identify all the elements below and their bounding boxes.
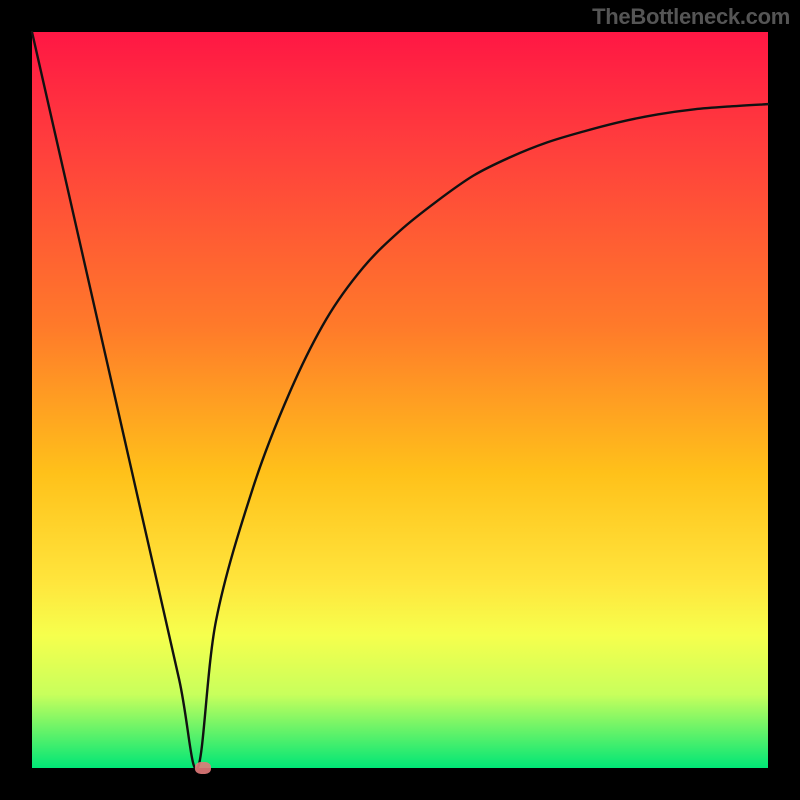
watermark-text: TheBottleneck.com bbox=[592, 4, 790, 30]
chart-frame: TheBottleneck.com bbox=[0, 0, 800, 800]
chart-curve-svg bbox=[32, 32, 768, 768]
chart-curve bbox=[32, 32, 768, 769]
chart-minimum-marker bbox=[195, 762, 211, 774]
chart-plot-area bbox=[32, 32, 768, 768]
